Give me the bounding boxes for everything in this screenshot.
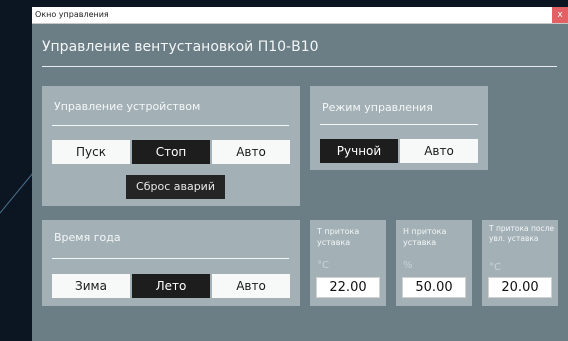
auto-mode-button[interactable]: Авто bbox=[400, 139, 478, 163]
supply-temp-setpoint-input[interactable]: 22.00 bbox=[316, 277, 380, 298]
mode-control-title: Режим управления bbox=[322, 101, 433, 114]
mode-control-panel: Режим управления Ручной Авто bbox=[310, 86, 488, 170]
setpoint-supply-humidity-panel: Н притока уставка % 50.00 bbox=[396, 220, 472, 306]
setpoint-label: Т притока уставка bbox=[317, 227, 360, 247]
season-panel: Время года Зима Лето Авто bbox=[42, 220, 300, 306]
setpoint-unit: % bbox=[403, 260, 413, 271]
control-window: Окно управления x Управление вентустанов… bbox=[32, 7, 568, 341]
page-title: Управление вентустановкой П10-В10 bbox=[42, 39, 319, 55]
manual-mode-button[interactable]: Ручной bbox=[320, 139, 398, 163]
after-humid-temp-setpoint-input[interactable]: 20.00 bbox=[488, 277, 552, 298]
close-button[interactable]: x bbox=[552, 7, 568, 23]
device-control-panel: Управление устройством Пуск Стоп Авто Сб… bbox=[42, 86, 300, 206]
season-auto-button[interactable]: Авто bbox=[212, 274, 290, 298]
season-title: Время года bbox=[54, 231, 121, 244]
title-divider bbox=[42, 66, 557, 67]
title-bar: Окно управления x bbox=[32, 7, 568, 24]
setpoint-after-humid-temp-panel: Т притока после увл. уставка °С 20.00 bbox=[482, 220, 558, 306]
mode-control-divider bbox=[320, 124, 478, 125]
summer-button[interactable]: Лето bbox=[132, 274, 210, 298]
setpoint-supply-temp-panel: Т притока уставка °С 22.00 bbox=[310, 220, 386, 306]
window-title: Окно управления bbox=[35, 10, 109, 19]
supply-humidity-setpoint-input[interactable]: 50.00 bbox=[402, 277, 466, 298]
setpoint-label: Н притока уставка bbox=[403, 227, 447, 247]
winter-button[interactable]: Зима bbox=[52, 274, 130, 298]
season-divider bbox=[52, 258, 289, 259]
start-button[interactable]: Пуск bbox=[52, 140, 130, 164]
device-control-title: Управление устройством bbox=[54, 100, 201, 113]
stop-button[interactable]: Стоп bbox=[132, 140, 210, 164]
reset-alarms-button[interactable]: Сброс аварий bbox=[126, 175, 225, 199]
setpoint-label: Т притока после увл. уставка bbox=[489, 224, 554, 243]
setpoint-unit: °С bbox=[317, 260, 329, 271]
device-control-divider bbox=[52, 125, 289, 126]
setpoint-unit: °С bbox=[489, 262, 501, 273]
device-auto-button[interactable]: Авто bbox=[212, 140, 290, 164]
